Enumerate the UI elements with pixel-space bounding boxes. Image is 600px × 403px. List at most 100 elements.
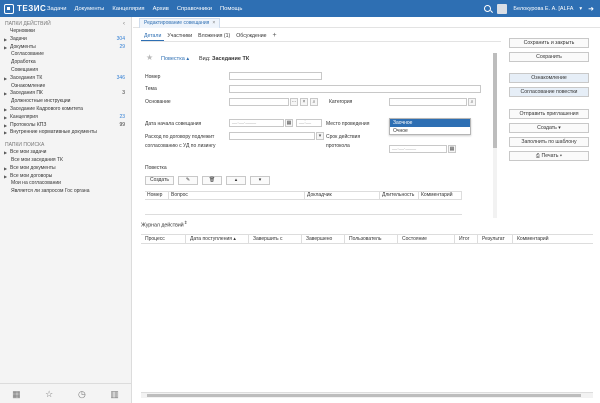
- calendar-icon[interactable]: ▦: [285, 119, 293, 127]
- expand-icon[interactable]: ▶: [4, 114, 7, 122]
- journal-horizontal-scrollbar[interactable]: [141, 393, 593, 398]
- calendar-icon[interactable]: ▦: [11, 389, 21, 399]
- move-down-icon[interactable]: ▾: [250, 176, 271, 185]
- scroll-thumb[interactable]: [493, 53, 497, 148]
- start-date-input[interactable]: __.__.____: [229, 119, 284, 127]
- star-icon[interactable]: ☆: [44, 389, 54, 399]
- col-finished[interactable]: Завершено: [302, 235, 345, 243]
- tab-attachments[interactable]: Вложения (1): [195, 32, 233, 41]
- agree-agenda-button[interactable]: Согласование повестки: [509, 87, 589, 97]
- expand-icon[interactable]: ▶: [4, 90, 7, 98]
- sidebar-item[interactable]: ▶ Канцелярия 23: [0, 114, 131, 122]
- tab-discussion[interactable]: Обсуждение: [233, 32, 269, 41]
- sidebar-item[interactable]: Совещания: [0, 67, 131, 75]
- sidebar-item[interactable]: ▶ Задачи 304: [0, 36, 131, 44]
- delete-icon[interactable]: 🗑: [202, 176, 223, 185]
- familiarize-button[interactable]: Ознакомление: [509, 73, 589, 83]
- menu-tasks[interactable]: Задачи: [47, 6, 66, 12]
- fill-template-button[interactable]: Заполнить по шаблону: [509, 137, 589, 147]
- app-logo[interactable]: ТЕЗИС: [4, 3, 46, 14]
- expand-icon[interactable]: ▶: [4, 36, 7, 44]
- col-question[interactable]: Вопрос: [169, 192, 305, 199]
- sidebar-item[interactable]: Черновики: [0, 28, 131, 36]
- add-tab-icon[interactable]: +: [269, 32, 279, 41]
- avatar[interactable]: [497, 3, 508, 14]
- menu-documents[interactable]: Документы: [74, 6, 104, 12]
- col-outcome[interactable]: Итог: [455, 235, 478, 243]
- print-menu-button[interactable]: ⎙ Печать ▾: [509, 151, 589, 161]
- col-comment[interactable]: Комментарий: [513, 235, 593, 243]
- category-select[interactable]: [389, 98, 467, 106]
- sidebar-item[interactable]: ▶ Все мои документы: [0, 165, 131, 173]
- tab-edit-meeting[interactable]: Редактирование совещания ×: [139, 18, 221, 28]
- agenda-create-button[interactable]: Создать: [145, 176, 175, 185]
- favorite-star-icon[interactable]: ★: [146, 53, 153, 62]
- save-button[interactable]: Сохранить: [509, 52, 589, 62]
- basis-search-icon[interactable]: ⌕: [310, 98, 318, 106]
- protocol-term-input[interactable]: __.__.____: [389, 145, 447, 153]
- chart-icon[interactable]: ▥: [110, 389, 120, 399]
- basis-clear-button[interactable]: ×: [300, 98, 308, 106]
- search-icon[interactable]: [484, 5, 492, 12]
- calendar-icon[interactable]: ▦: [448, 145, 456, 153]
- subject-input[interactable]: [229, 85, 481, 93]
- number-input[interactable]: [229, 72, 322, 80]
- tab-participants[interactable]: Участники: [164, 32, 195, 41]
- sidebar-item[interactable]: ▶ Внутренние нормативные документы: [0, 129, 131, 137]
- sidebar-item[interactable]: ▶ Протоколы КПЗ 99: [0, 122, 131, 130]
- menu-office[interactable]: Канцелярия: [112, 6, 144, 12]
- sidebar-item[interactable]: ▶ Документы 29: [0, 44, 131, 52]
- expand-icon[interactable]: ▶: [4, 44, 7, 52]
- sidebar-item[interactable]: Мои на согласовании: [0, 180, 131, 188]
- expand-icon[interactable]: ▶: [4, 122, 7, 130]
- collapse-sidebar-icon[interactable]: ‹: [123, 20, 125, 28]
- category-option-ochnoe[interactable]: Очное: [390, 127, 470, 135]
- sidebar-item[interactable]: Согласование: [0, 51, 131, 59]
- sidebar-item[interactable]: ▶ Заседания ТК 346: [0, 75, 131, 83]
- col-speaker[interactable]: Докладчик: [305, 192, 380, 199]
- sidebar-item[interactable]: Доработка: [0, 59, 131, 67]
- sidebar-item[interactable]: Должностные инструкции: [0, 98, 131, 106]
- col-received-date[interactable]: Дата поступления ▴: [186, 235, 249, 243]
- move-up-icon[interactable]: ▴: [226, 176, 247, 185]
- form-scrollbar[interactable]: [493, 53, 497, 218]
- sidebar-item[interactable]: ▶ Все мои задачи: [0, 149, 131, 157]
- sidebar-item[interactable]: Все мои заседания ТК: [0, 157, 131, 165]
- expand-icon[interactable]: ▶: [4, 75, 7, 83]
- menu-archive[interactable]: Архив: [153, 6, 169, 12]
- menu-references[interactable]: Справочники: [177, 6, 212, 12]
- expand-icon[interactable]: ▶: [4, 165, 7, 173]
- expand-icon[interactable]: ▶: [4, 173, 7, 181]
- col-state[interactable]: Состояние: [398, 235, 455, 243]
- expand-icon[interactable]: ▶: [4, 129, 7, 137]
- sidebar-item[interactable]: Является ли запросом Гос органа: [0, 188, 131, 196]
- sidebar-item[interactable]: ▶ Заседание Кадрового комитета: [0, 106, 131, 114]
- scroll-thumb[interactable]: [147, 394, 581, 397]
- sidebar-item[interactable]: ▶ Все мои договоры: [0, 173, 131, 181]
- start-time-input[interactable]: __:__: [296, 119, 322, 127]
- category-option-zaochnoe[interactable]: Заочное: [390, 119, 470, 127]
- col-finish-by[interactable]: Завершить с: [249, 235, 302, 243]
- col-duration[interactable]: Длительность: [380, 192, 419, 199]
- user-name[interactable]: Белокурова Е. А. [ALFA: [513, 6, 573, 12]
- expand-icon[interactable]: ▶: [4, 106, 7, 114]
- basis-lookup-button[interactable]: ···: [290, 98, 298, 106]
- category-search-icon[interactable]: ⌕: [468, 98, 476, 106]
- col-number[interactable]: Номер: [145, 192, 169, 199]
- col-comment[interactable]: Комментарий: [419, 192, 462, 199]
- edit-icon[interactable]: ✎: [178, 176, 199, 185]
- col-result[interactable]: Результат: [478, 235, 513, 243]
- clock-icon[interactable]: ◷: [77, 389, 87, 399]
- menu-help[interactable]: Помощь: [220, 6, 242, 12]
- sidebar-item[interactable]: Ознакомление: [0, 83, 131, 91]
- expense-dropdown-icon[interactable]: ▾: [316, 132, 324, 140]
- expand-icon[interactable]: ▶: [4, 149, 7, 157]
- save-close-button[interactable]: Сохранить и закрыть: [509, 38, 589, 48]
- basis-input[interactable]: [229, 98, 289, 106]
- sidebar-item[interactable]: ▶ Заседания ПК 3: [0, 90, 131, 98]
- agenda-link[interactable]: Повестка ▴: [161, 56, 189, 62]
- expense-approval-select[interactable]: [229, 132, 315, 140]
- user-menu-caret[interactable]: ▾: [579, 6, 582, 12]
- tab-details[interactable]: Детали: [141, 32, 165, 41]
- col-user[interactable]: Пользователь: [345, 235, 398, 243]
